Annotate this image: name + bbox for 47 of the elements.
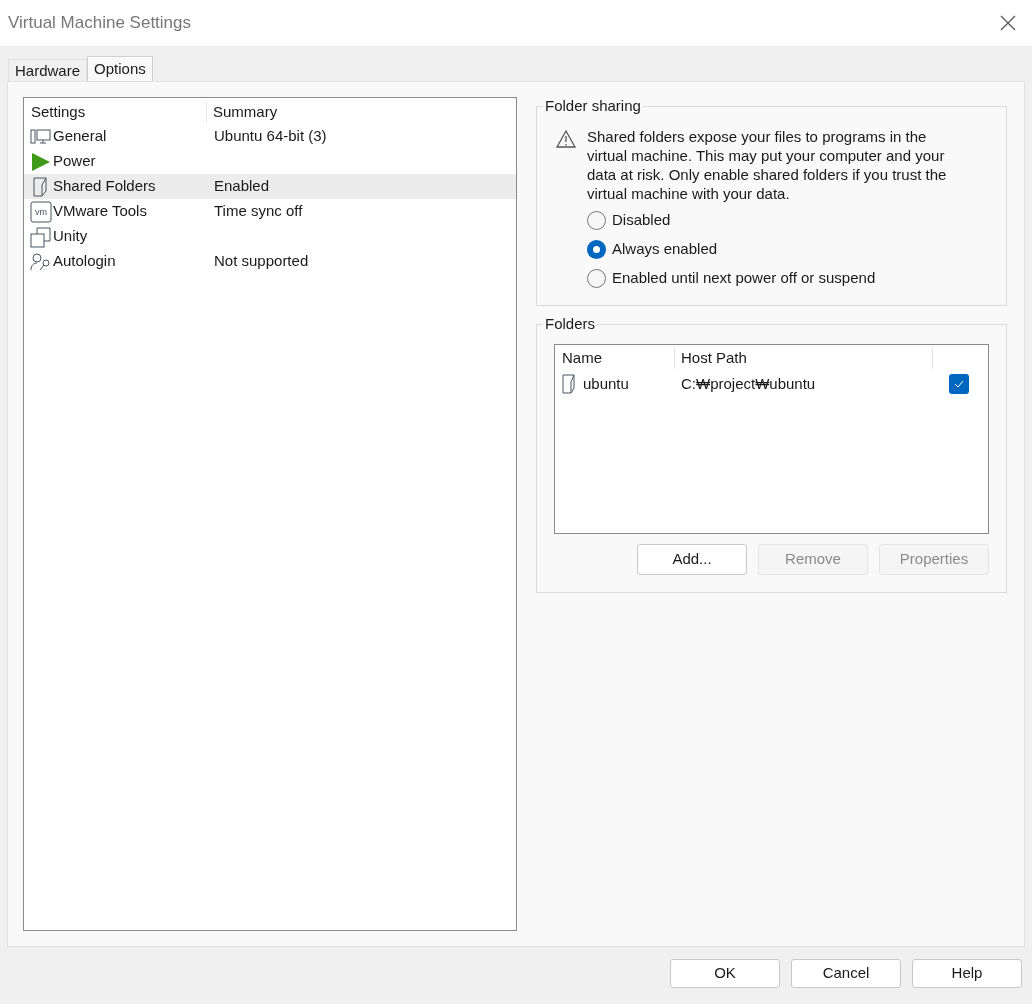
group-title: Folder sharing: [543, 97, 643, 115]
radio-icon[interactable]: [587, 239, 606, 259]
tab[interactable]: Options: [87, 56, 153, 81]
host-path: C:₩project₩ubuntu: [680, 373, 817, 394]
setting-name: VMware Tools: [53, 201, 147, 222]
column-header: Summary: [212, 101, 278, 122]
settings-item[interactable]: General Ubuntu 64-bit (3): [24, 124, 516, 149]
window-title: Virtual Machine Settings: [8, 12, 191, 35]
play-icon: [30, 151, 52, 172]
radio-option[interactable]: Enabled until next power off or suspend: [587, 268, 1006, 288]
setting-name: Unity: [53, 226, 88, 247]
setting-summary: Enabled: [214, 176, 270, 197]
setting-summary: Ubuntu 64-bit (3): [214, 126, 327, 147]
check-icon: [954, 380, 964, 388]
settings-item[interactable]: Autologin Not supported: [24, 249, 516, 274]
user-key-icon: [30, 251, 52, 272]
settings-item[interactable]: Unity: [24, 224, 516, 249]
column-header: Name: [555, 346, 675, 370]
dialog-button[interactable]: Cancel: [791, 959, 901, 988]
warning-text: Shared folders expose your files to programs in the virtual machine. This may put your computer and your data at risk. Only enable shared folders if you trust the virtual machine with your data.: [587, 127, 947, 203]
radio-icon[interactable]: [587, 210, 606, 230]
settings-item[interactable]: vm VMware Tools Time sync off: [24, 199, 516, 224]
close-icon[interactable]: [998, 13, 1018, 33]
setting-name: Shared Folders: [53, 176, 156, 197]
setting-name: Power: [53, 151, 96, 172]
setting-summary: Not supported: [214, 251, 309, 272]
setting-name: General: [53, 126, 107, 147]
radio-option[interactable]: Always enabled: [587, 239, 1006, 259]
warning-icon: [555, 129, 577, 149]
dialog-button[interactable]: OK: [670, 959, 780, 988]
folder-row[interactable]: ubuntu C:₩project₩ubuntu: [555, 371, 988, 397]
column-header: Settings: [24, 100, 207, 124]
settings-item[interactable]: Shared Folders Enabled: [24, 174, 516, 199]
vm-logo-icon: vm: [30, 200, 52, 223]
radio-option[interactable]: Disabled: [587, 210, 1006, 230]
folder-name: ubuntu: [583, 373, 629, 394]
setting-name: Autologin: [53, 251, 116, 272]
column-header: Host Path: [675, 346, 933, 370]
setting-summary: Time sync off: [214, 201, 303, 222]
windows-icon: [30, 225, 52, 248]
folder-button[interactable]: Add...: [637, 544, 747, 575]
checkbox[interactable]: [949, 374, 969, 394]
radio-icon[interactable]: [587, 268, 606, 288]
settings-item[interactable]: Power: [24, 149, 516, 174]
monitor-icon: [30, 127, 52, 146]
tab[interactable]: Hardware: [8, 59, 88, 81]
dialog-button[interactable]: Help: [912, 959, 1022, 988]
